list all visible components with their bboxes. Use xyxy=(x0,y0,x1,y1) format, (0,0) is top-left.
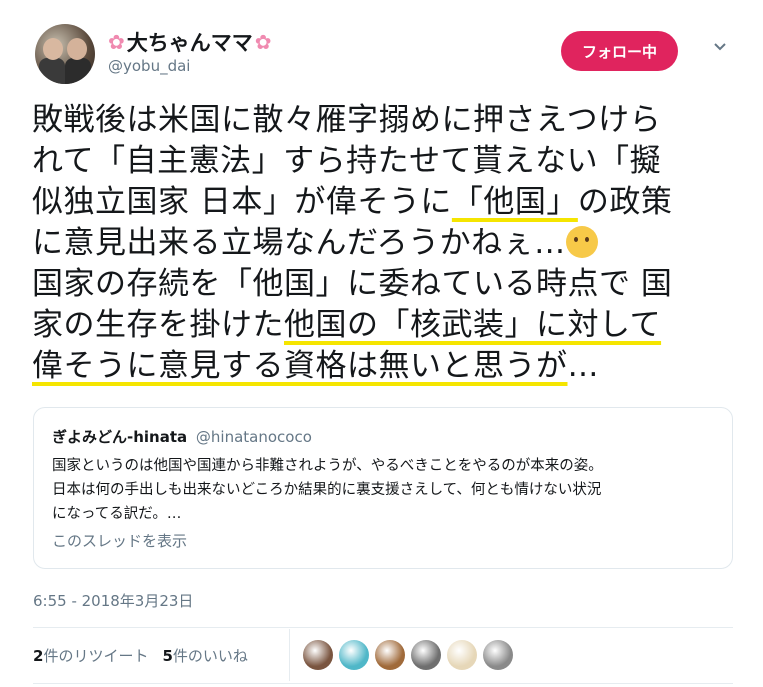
thinking-face-icon xyxy=(565,226,598,258)
avatar-face-left xyxy=(43,38,63,60)
avatar-figure-right xyxy=(65,58,91,84)
quoted-text-line: になってる訳だ。… xyxy=(52,506,182,522)
quoted-tweet-text: 国家というのは他国や国連から非難されようが、やるべきことをやるのが本来の姿。 日… xyxy=(52,454,717,526)
tweet-text-segment: の政策 xyxy=(577,184,673,220)
quoted-text-line: 国家というのは他国や国連から非難されようが、やるべきことをやるのが本来の姿。 xyxy=(52,458,603,474)
chevron-down-icon[interactable] xyxy=(713,40,727,54)
tweet-text-line: 家の生存を掛けた他国の「核武装」に対して xyxy=(32,305,732,346)
tweet-text-segment: 国家の存続を「他国」に委ねている時点で 国 xyxy=(32,266,673,302)
liker-avatar[interactable] xyxy=(411,640,441,670)
tweet-text-line: 敗戦後は米国に散々雁字搦めに押さえつけら xyxy=(32,100,732,141)
retweets-count: 2 xyxy=(33,647,44,665)
quoted-author-name: ぎよみどん-hinata xyxy=(52,428,188,446)
tweet-text-line: 国家の存続を「他国」に委ねている時点で 国 xyxy=(32,264,732,305)
likes-label: 件のいいね xyxy=(172,647,248,665)
likers-avatars xyxy=(303,640,513,670)
tweet-text-segment: れて「自主憲法」すら持たせて貰えない「擬 xyxy=(32,143,662,179)
tweet-text-segment: に意見出来る立場なんだろうかねぇ… xyxy=(32,225,566,261)
user-handle[interactable]: @yobu_dai xyxy=(108,57,190,75)
display-name[interactable]: ✿ 大ちゃんママ ✿ xyxy=(108,27,272,57)
quoted-text-line: 日本は何の手出しも出来ないどころか結果的に裏支援さえして、何とも情けない状況 xyxy=(52,482,602,498)
tweet-text-line: れて「自主憲法」すら持たせて貰えない「擬 xyxy=(32,141,732,182)
underlined-text: 「他国」 xyxy=(451,184,578,220)
liker-avatar[interactable] xyxy=(447,640,477,670)
tweet-text-segment: 似独立国家 日本」が偉そうに xyxy=(32,184,452,220)
divider xyxy=(33,683,733,684)
avatar[interactable] xyxy=(35,24,95,84)
cherry-blossom-icon: ✿ xyxy=(108,30,125,54)
avatar-figure-left xyxy=(39,58,65,84)
avatar-face-right xyxy=(67,38,87,60)
liker-avatar[interactable] xyxy=(303,640,333,670)
cherry-blossom-icon: ✿ xyxy=(254,30,272,54)
likes-stat[interactable]: 5件のいいね xyxy=(162,645,247,666)
likes-count: 5 xyxy=(162,647,173,665)
liker-avatar[interactable] xyxy=(483,640,513,670)
tweet-stats: 2件のリツイート 5件のいいね xyxy=(33,645,248,666)
tweet-text-line: に意見出来る立場なんだろうかねぇ… xyxy=(32,223,732,264)
tweet-text-segment: … xyxy=(567,348,599,384)
quoted-author-handle: @hinatanococo xyxy=(195,428,312,446)
following-button[interactable]: フォロー中 xyxy=(561,31,678,71)
retweets-stat[interactable]: 2件のリツイート xyxy=(33,645,148,666)
divider xyxy=(289,629,290,681)
liker-avatar[interactable] xyxy=(375,640,405,670)
tweet-timestamp[interactable]: 6:55 - 2018年3月23日 xyxy=(33,590,193,611)
tweet-text: 敗戦後は米国に散々雁字搦めに押さえつけら れて「自主憲法」すら持たせて貰えない「擬… xyxy=(32,100,732,387)
tweet-text-segment: 家の生存を掛けた xyxy=(32,307,284,343)
tweet-text-line: 似独立国家 日本」が偉そうに「他国」の政策 xyxy=(32,182,732,223)
tweet-text-segment: 敗戦後は米国に散々雁字搦めに押さえつけら xyxy=(32,102,662,138)
underlined-text: 他国の「核武装」に対して xyxy=(284,307,662,343)
show-thread-link[interactable]: このスレッドを表示 xyxy=(52,530,187,551)
underlined-text: 偉そうに意見する資格は無いと思うが xyxy=(32,348,568,384)
retweets-label: 件のリツイート xyxy=(43,647,149,665)
tweet-text-line: 偉そうに意見する資格は無いと思うが… xyxy=(32,346,732,387)
display-name-text: 大ちゃんママ xyxy=(126,31,253,55)
liker-avatar[interactable] xyxy=(339,640,369,670)
quoted-tweet[interactable]: ぎよみどん-hinata @hinatanococo 国家というのは他国や国連か… xyxy=(33,407,733,569)
quoted-tweet-header: ぎよみどん-hinata @hinatanococo xyxy=(52,426,312,447)
divider xyxy=(33,627,733,628)
